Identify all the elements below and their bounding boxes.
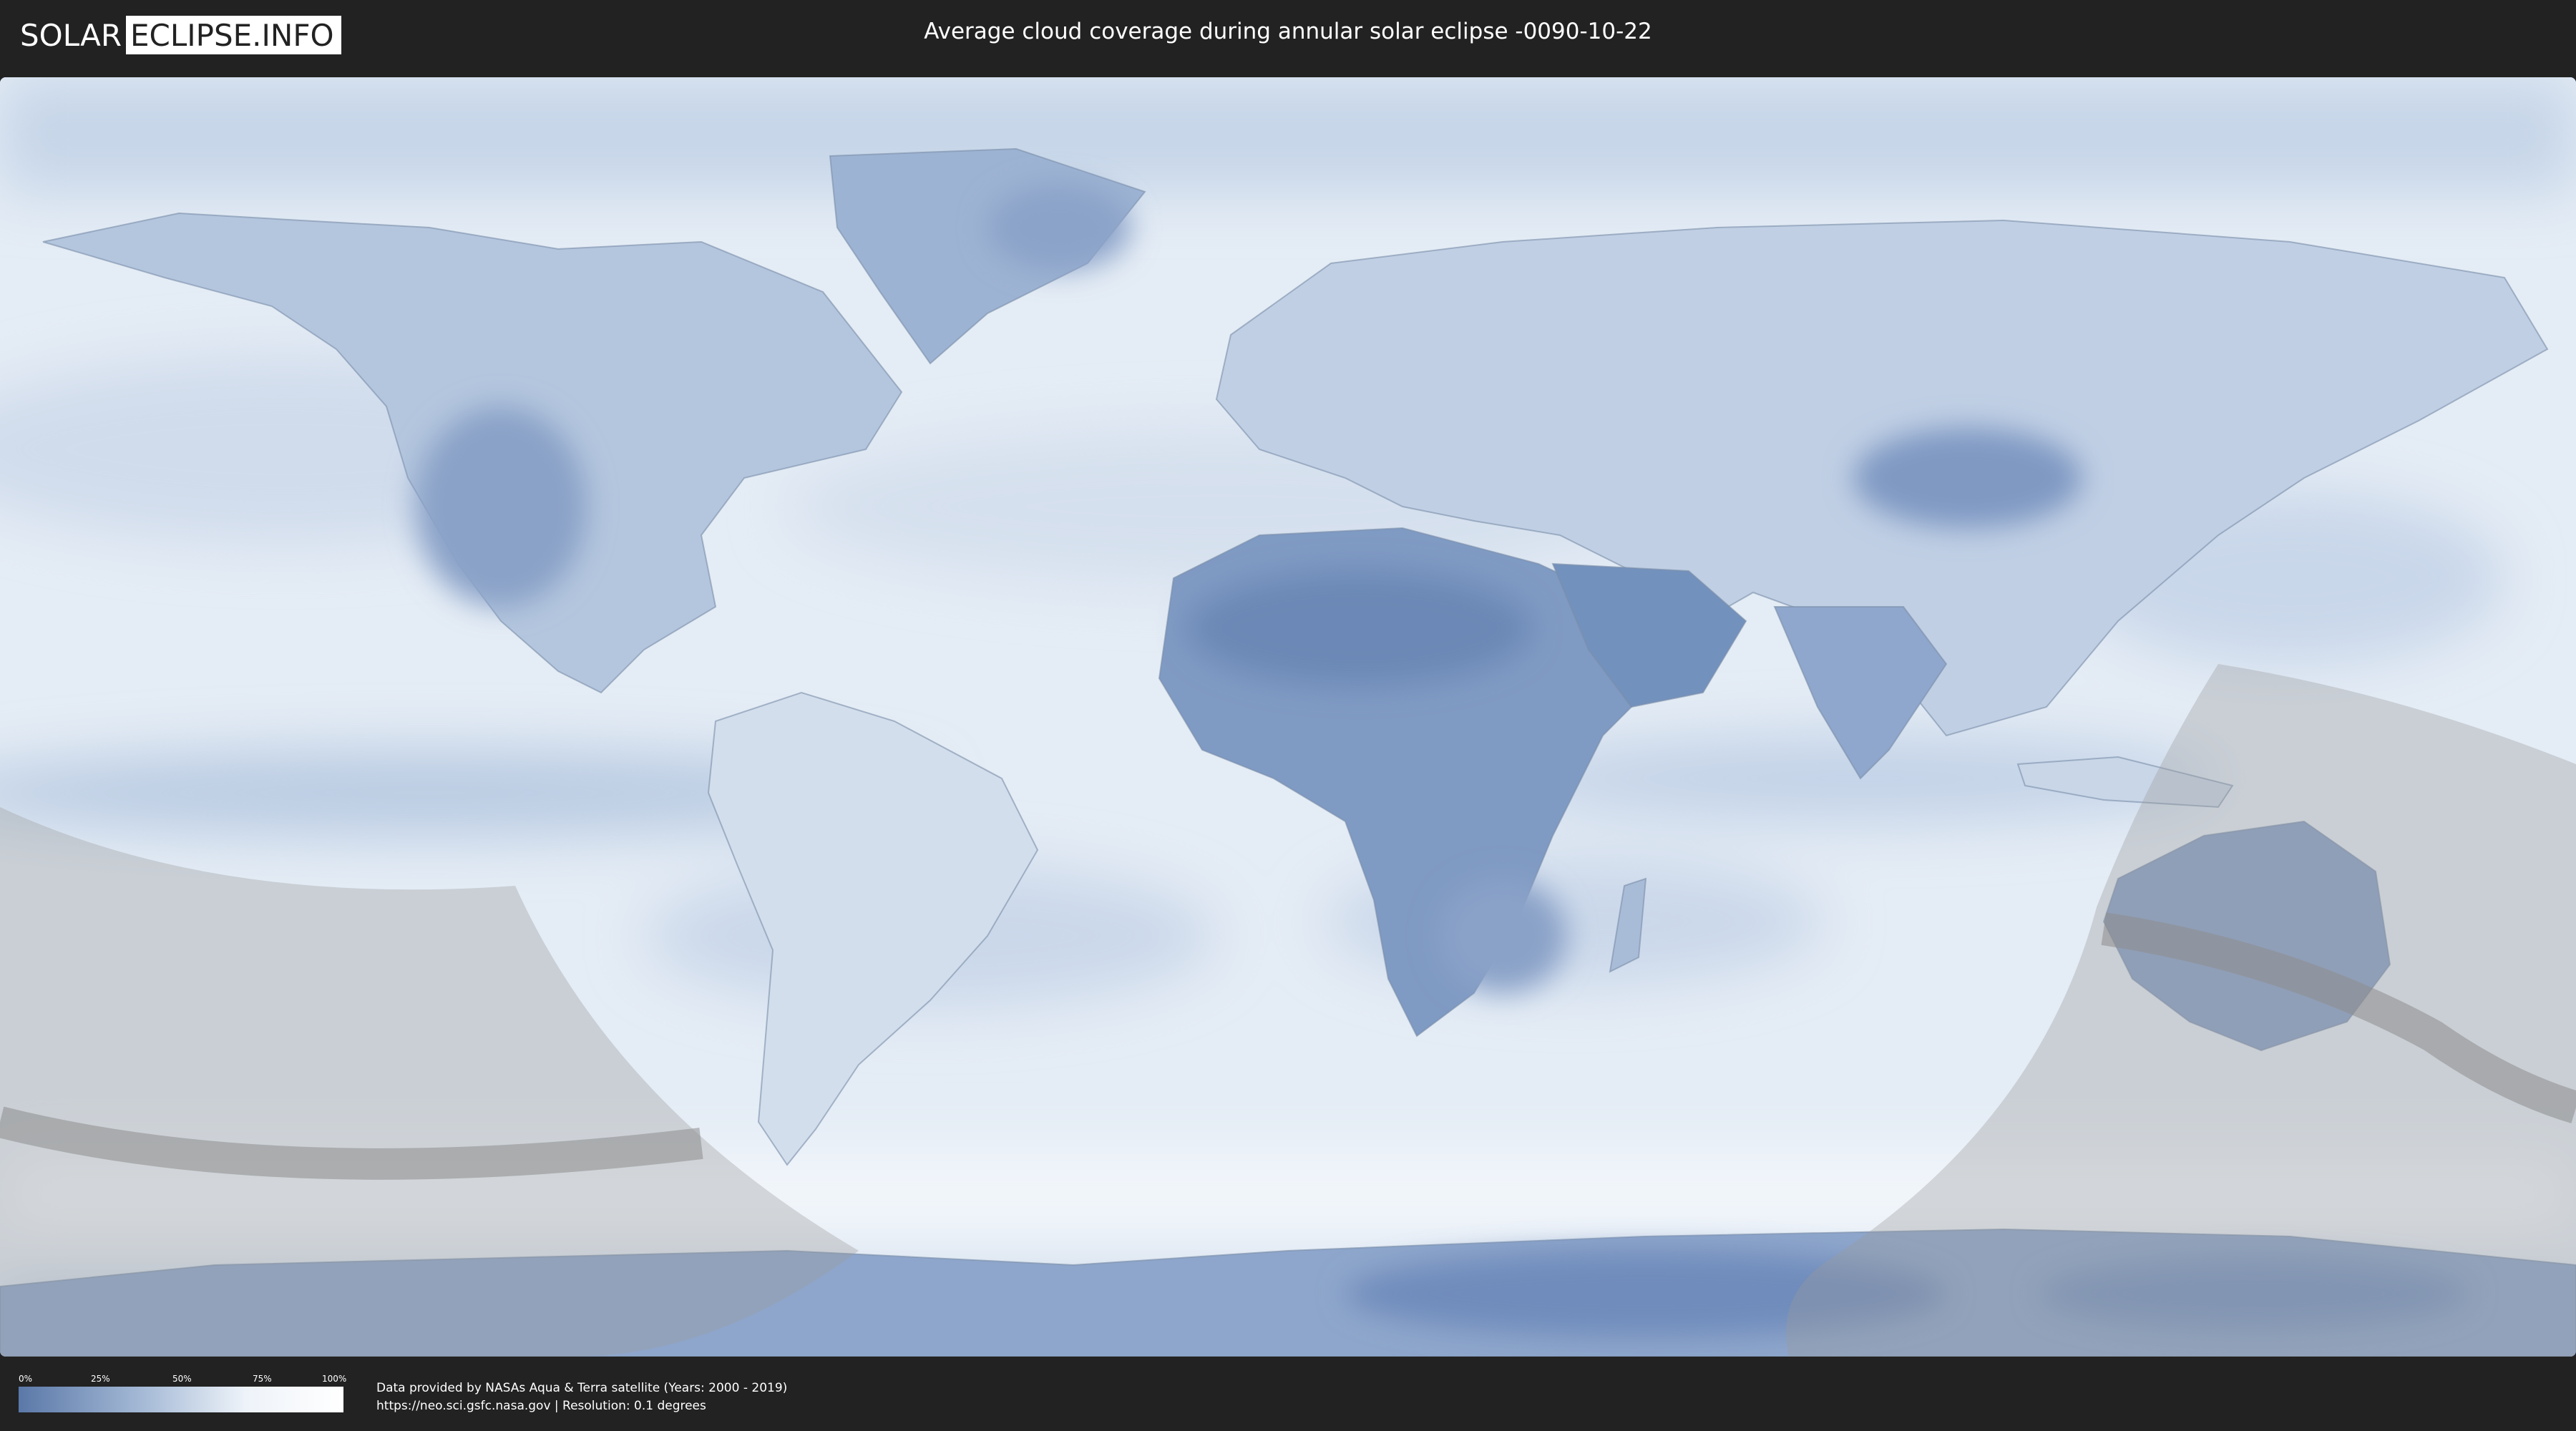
legend-gradient-bar	[19, 1387, 343, 1412]
header-bar: SOLAR ECLIPSE.INFO Average cloud coverag…	[0, 0, 2576, 72]
legend-tick-25: 25%	[91, 1374, 110, 1384]
page-title: Average cloud coverage during annular so…	[924, 19, 1652, 44]
legend-tick-100: 100%	[322, 1374, 347, 1384]
source-line-2[interactable]: https://neo.sci.gsfc.nasa.gov | Resoluti…	[376, 1397, 787, 1415]
coverage-legend: 0% 25% 50% 75% 100%	[19, 1374, 347, 1417]
legend-tick-75: 75%	[253, 1374, 272, 1384]
cloud-coverage-map	[0, 77, 2576, 1357]
source-line-1: Data provided by NASAs Aqua & Terra sate…	[376, 1381, 788, 1395]
footer-bar: 0% 25% 50% 75% 100% Data provided by NAS…	[0, 1359, 2576, 1431]
world-map-svg	[0, 77, 2576, 1357]
legend-tick-0: 0%	[19, 1374, 33, 1384]
legend-tick-50: 50%	[172, 1374, 192, 1384]
data-source-text: Data provided by NASAs Aqua & Terra sate…	[376, 1379, 787, 1415]
